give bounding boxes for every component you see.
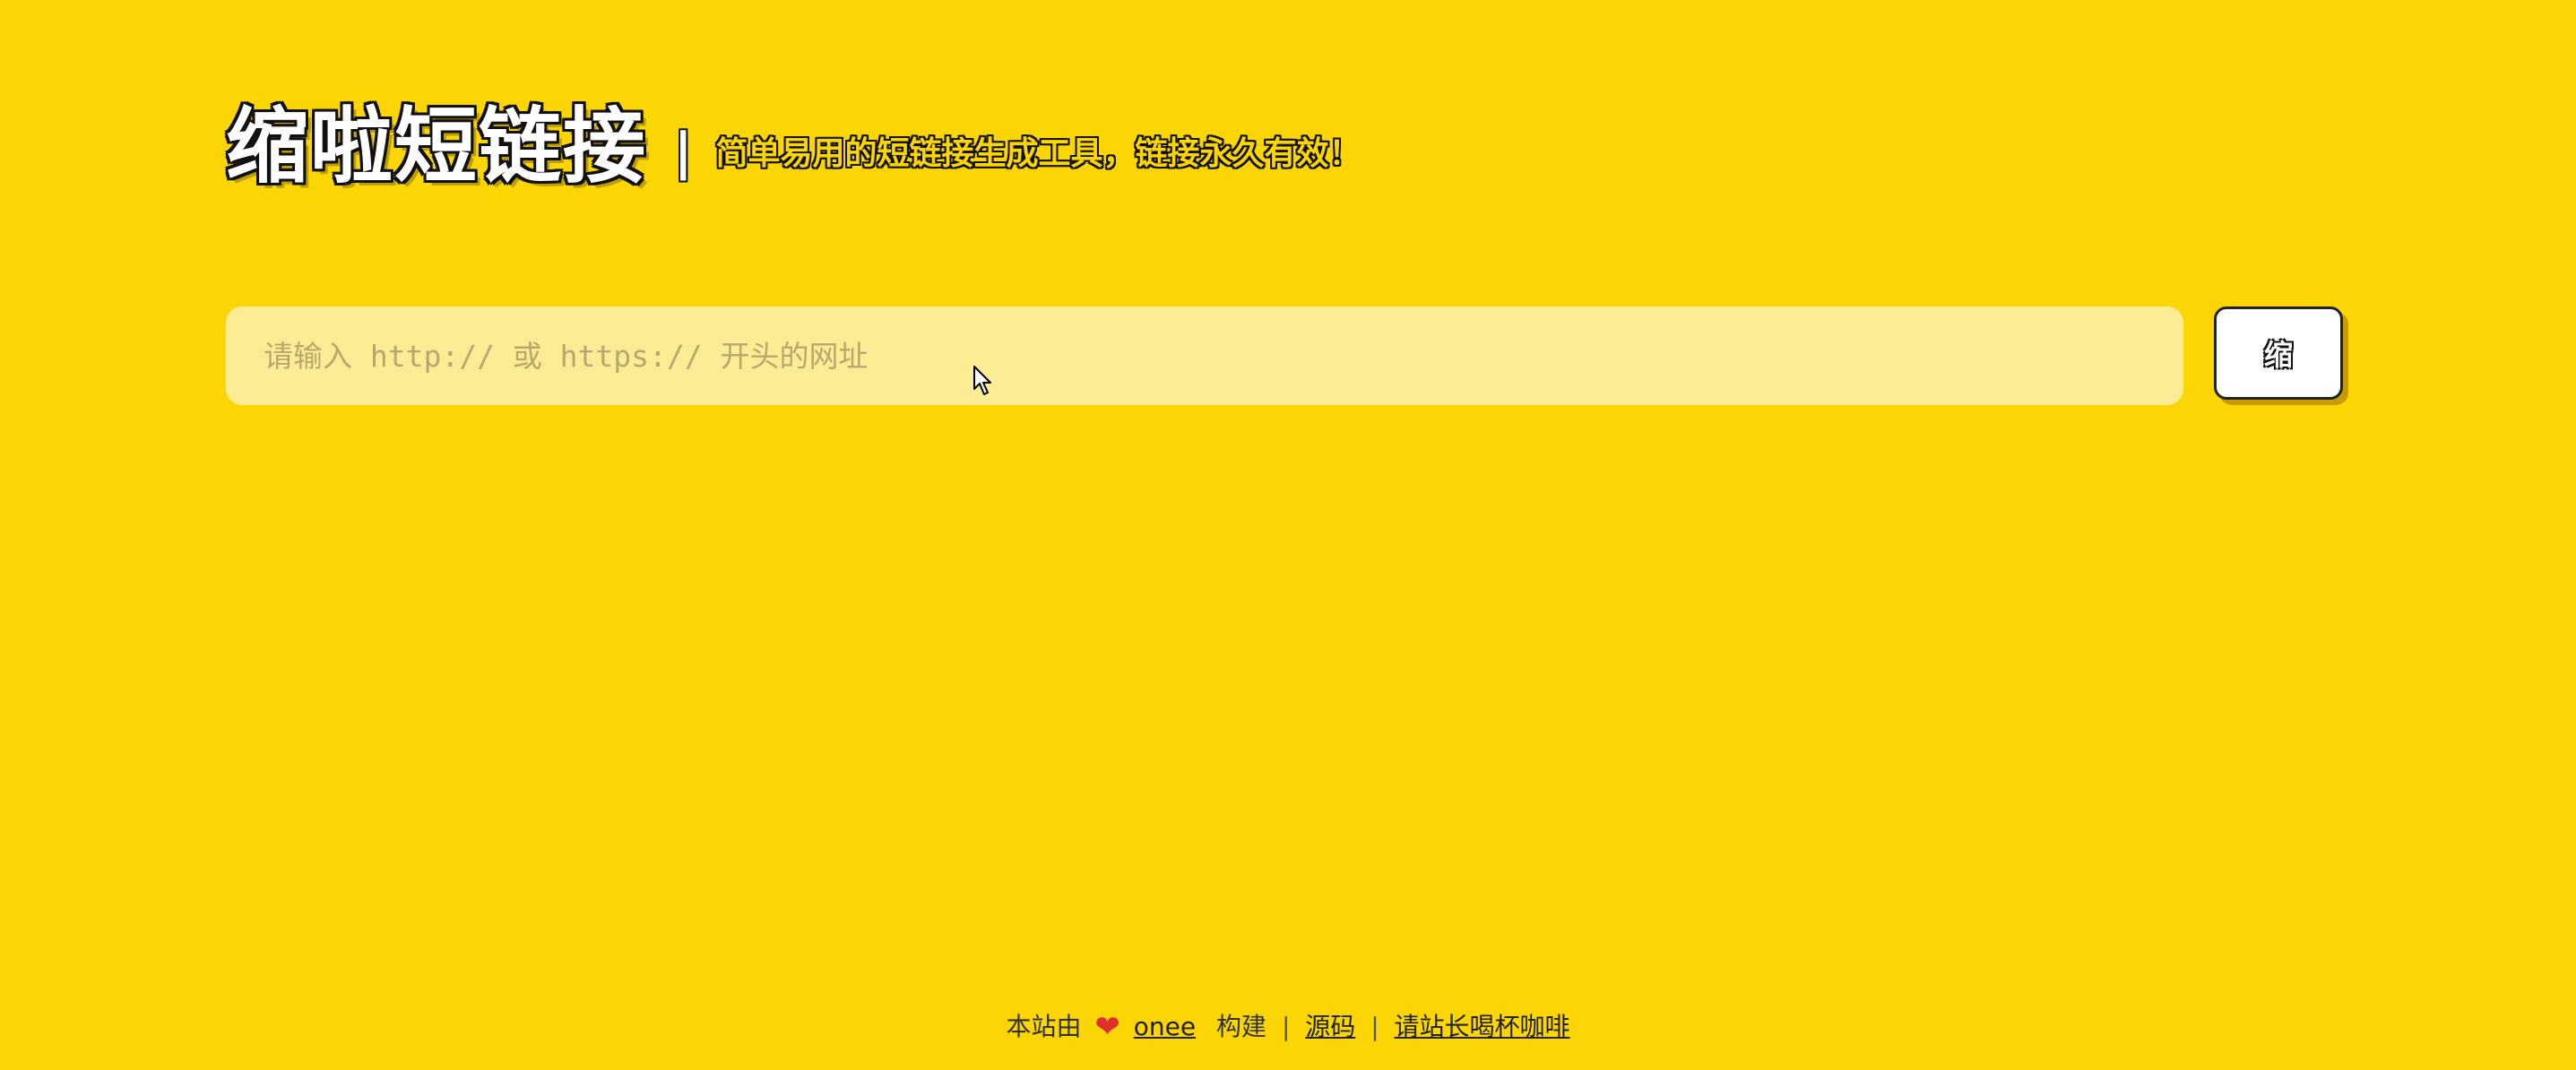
source-link[interactable]: 源码 [1305,1012,1355,1041]
footer-prefix: 本站由 [1006,1012,1082,1041]
site-subtitle: 简单易用的短链接生成工具，链接永久有效！ [715,135,1361,172]
url-input[interactable] [226,306,2183,405]
heart-icon: ❤ [1094,1009,1120,1045]
footer-built-text: 构建 [1216,1012,1267,1041]
site-footer: 本站由 ❤ onee 构建 | 源码 | 请站长喝杯咖啡 [0,1007,2576,1045]
author-link[interactable]: onee [1134,1012,1196,1041]
shorten-button[interactable]: 缩 [2214,306,2343,400]
site-title: 缩啦短链接 [226,99,648,194]
buy-coffee-link[interactable]: 请站长喝杯咖啡 [1395,1012,1570,1041]
footer-separator: | [1370,1012,1379,1041]
site-header: 缩啦短链接 | 简单易用的短链接生成工具，链接永久有效！ [226,106,1361,188]
footer-separator: | [1281,1012,1291,1041]
title-separator: | [674,123,693,181]
